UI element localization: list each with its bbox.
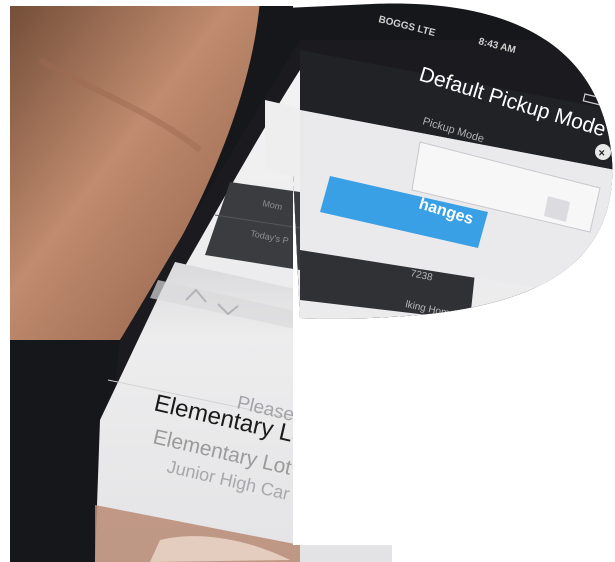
letter-p-photo: Mom Today's P 7238 lking Home BOGGS LTE … [10,3,613,562]
close-icon[interactable]: × [595,144,611,160]
photo-stage: Mom Today's P 7238 lking Home BOGGS LTE … [0,0,615,562]
svg-text:×: × [599,148,605,160]
